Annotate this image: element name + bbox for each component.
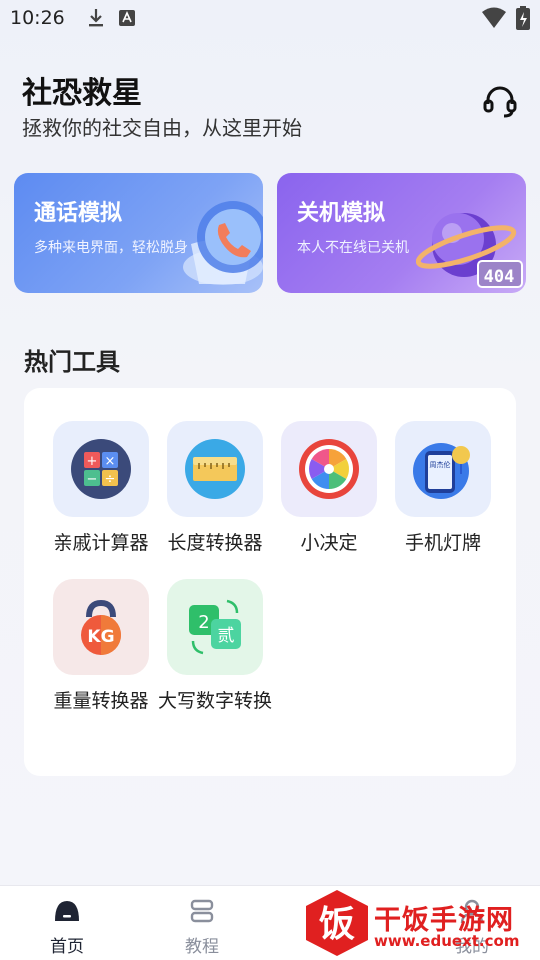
nav-item-home[interactable]: 首页 bbox=[27, 896, 107, 957]
convert-digit: 2 bbox=[198, 612, 209, 633]
watermark-url: www.eduext.com bbox=[374, 932, 520, 950]
tool-weight-converter[interactable]: KG 重量转换器 bbox=[44, 579, 158, 715]
error-404-badge: 404 bbox=[483, 267, 515, 287]
wifi-icon bbox=[482, 7, 506, 33]
tools-panel: + × − ÷ 亲戚计算器 长度转换器 小决定 周杰伦 手机灯牌 KG 重量转换… bbox=[24, 388, 516, 776]
tool-uppercase-number-converter[interactable]: 2 贰 大写数字转换 bbox=[158, 579, 272, 715]
app-title: 社恐救星 bbox=[22, 76, 142, 111]
shutdown-simulation-desc: 本人不在线已关机 bbox=[297, 240, 409, 256]
call-simulation-title: 通话模拟 bbox=[34, 201, 123, 226]
tool-label: 亲戚计算器 bbox=[53, 532, 149, 554]
download-icon bbox=[87, 8, 105, 28]
tool-little-decision[interactable]: 小决定 bbox=[272, 421, 386, 557]
phone-lightboard-icon: 周杰伦 bbox=[413, 443, 470, 499]
tool-phone-lightboard[interactable]: 周杰伦 手机灯牌 bbox=[386, 421, 500, 557]
nav-item-tutorial[interactable]: 教程 bbox=[162, 896, 242, 957]
tool-length-converter[interactable]: 长度转换器 bbox=[158, 421, 272, 557]
convert-char: 贰 bbox=[218, 626, 235, 646]
call-simulation-card[interactable]: 通话模拟 多种来电界面，轻松脱身 bbox=[14, 173, 263, 293]
tool-label: 大写数字转换 bbox=[158, 690, 273, 712]
tool-tile: 周杰伦 bbox=[395, 421, 491, 517]
shutdown-simulation-card[interactable]: 关机模拟 本人不在线已关机 404 bbox=[277, 173, 526, 293]
calc-divide: ÷ bbox=[105, 472, 116, 487]
calc-times: × bbox=[105, 454, 116, 469]
watermark-logo-icon: 饭 bbox=[306, 890, 368, 956]
tool-label: 小决定 bbox=[300, 532, 358, 554]
app-notification-icon bbox=[118, 10, 135, 26]
section-title-hot-tools: 热门工具 bbox=[24, 348, 120, 376]
home-icon bbox=[27, 896, 107, 926]
call-simulation-desc: 多种来电界面，轻松脱身 bbox=[34, 240, 188, 256]
tool-label: 手机灯牌 bbox=[404, 532, 481, 554]
shutdown-simulation-title: 关机模拟 bbox=[297, 201, 386, 226]
lightboard-text: 周杰伦 bbox=[430, 460, 451, 469]
watermark: 饭 干饭手游网 www.eduext.com bbox=[300, 884, 540, 960]
status-time: 10:26 bbox=[10, 7, 65, 29]
calc-minus: − bbox=[87, 472, 98, 487]
tool-tile bbox=[281, 421, 377, 517]
watermark-logo-char: 饭 bbox=[319, 904, 355, 945]
tool-tile: 2 贰 bbox=[167, 579, 263, 675]
weight-unit: KG bbox=[87, 627, 114, 647]
calc-plus: + bbox=[87, 454, 98, 469]
nav-label-home: 首页 bbox=[50, 937, 84, 957]
nav-label-tutorial: 教程 bbox=[185, 937, 219, 957]
tool-relative-calculator[interactable]: + × − ÷ 亲戚计算器 bbox=[44, 421, 158, 557]
status-bar: 10:26 bbox=[0, 0, 540, 36]
tool-tile bbox=[167, 421, 263, 517]
number-convert-icon: 2 贰 bbox=[189, 599, 241, 655]
spinner-wheel-icon bbox=[299, 439, 359, 499]
tool-tile: + × − ÷ bbox=[53, 421, 149, 517]
app-subtitle: 拯救你的社交自由，从这里开始 bbox=[22, 116, 302, 140]
customer-service-button[interactable] bbox=[482, 84, 518, 120]
battery-icon bbox=[516, 6, 530, 34]
kettlebell-icon: KG bbox=[81, 599, 121, 655]
tool-label: 长度转换器 bbox=[167, 532, 263, 554]
tool-tile: KG bbox=[53, 579, 149, 675]
tool-label: 重量转换器 bbox=[53, 690, 149, 712]
calculator-icon: + × − ÷ bbox=[71, 439, 131, 499]
ruler-icon bbox=[185, 439, 245, 499]
tutorial-icon bbox=[162, 896, 242, 926]
headset-icon bbox=[483, 86, 517, 118]
